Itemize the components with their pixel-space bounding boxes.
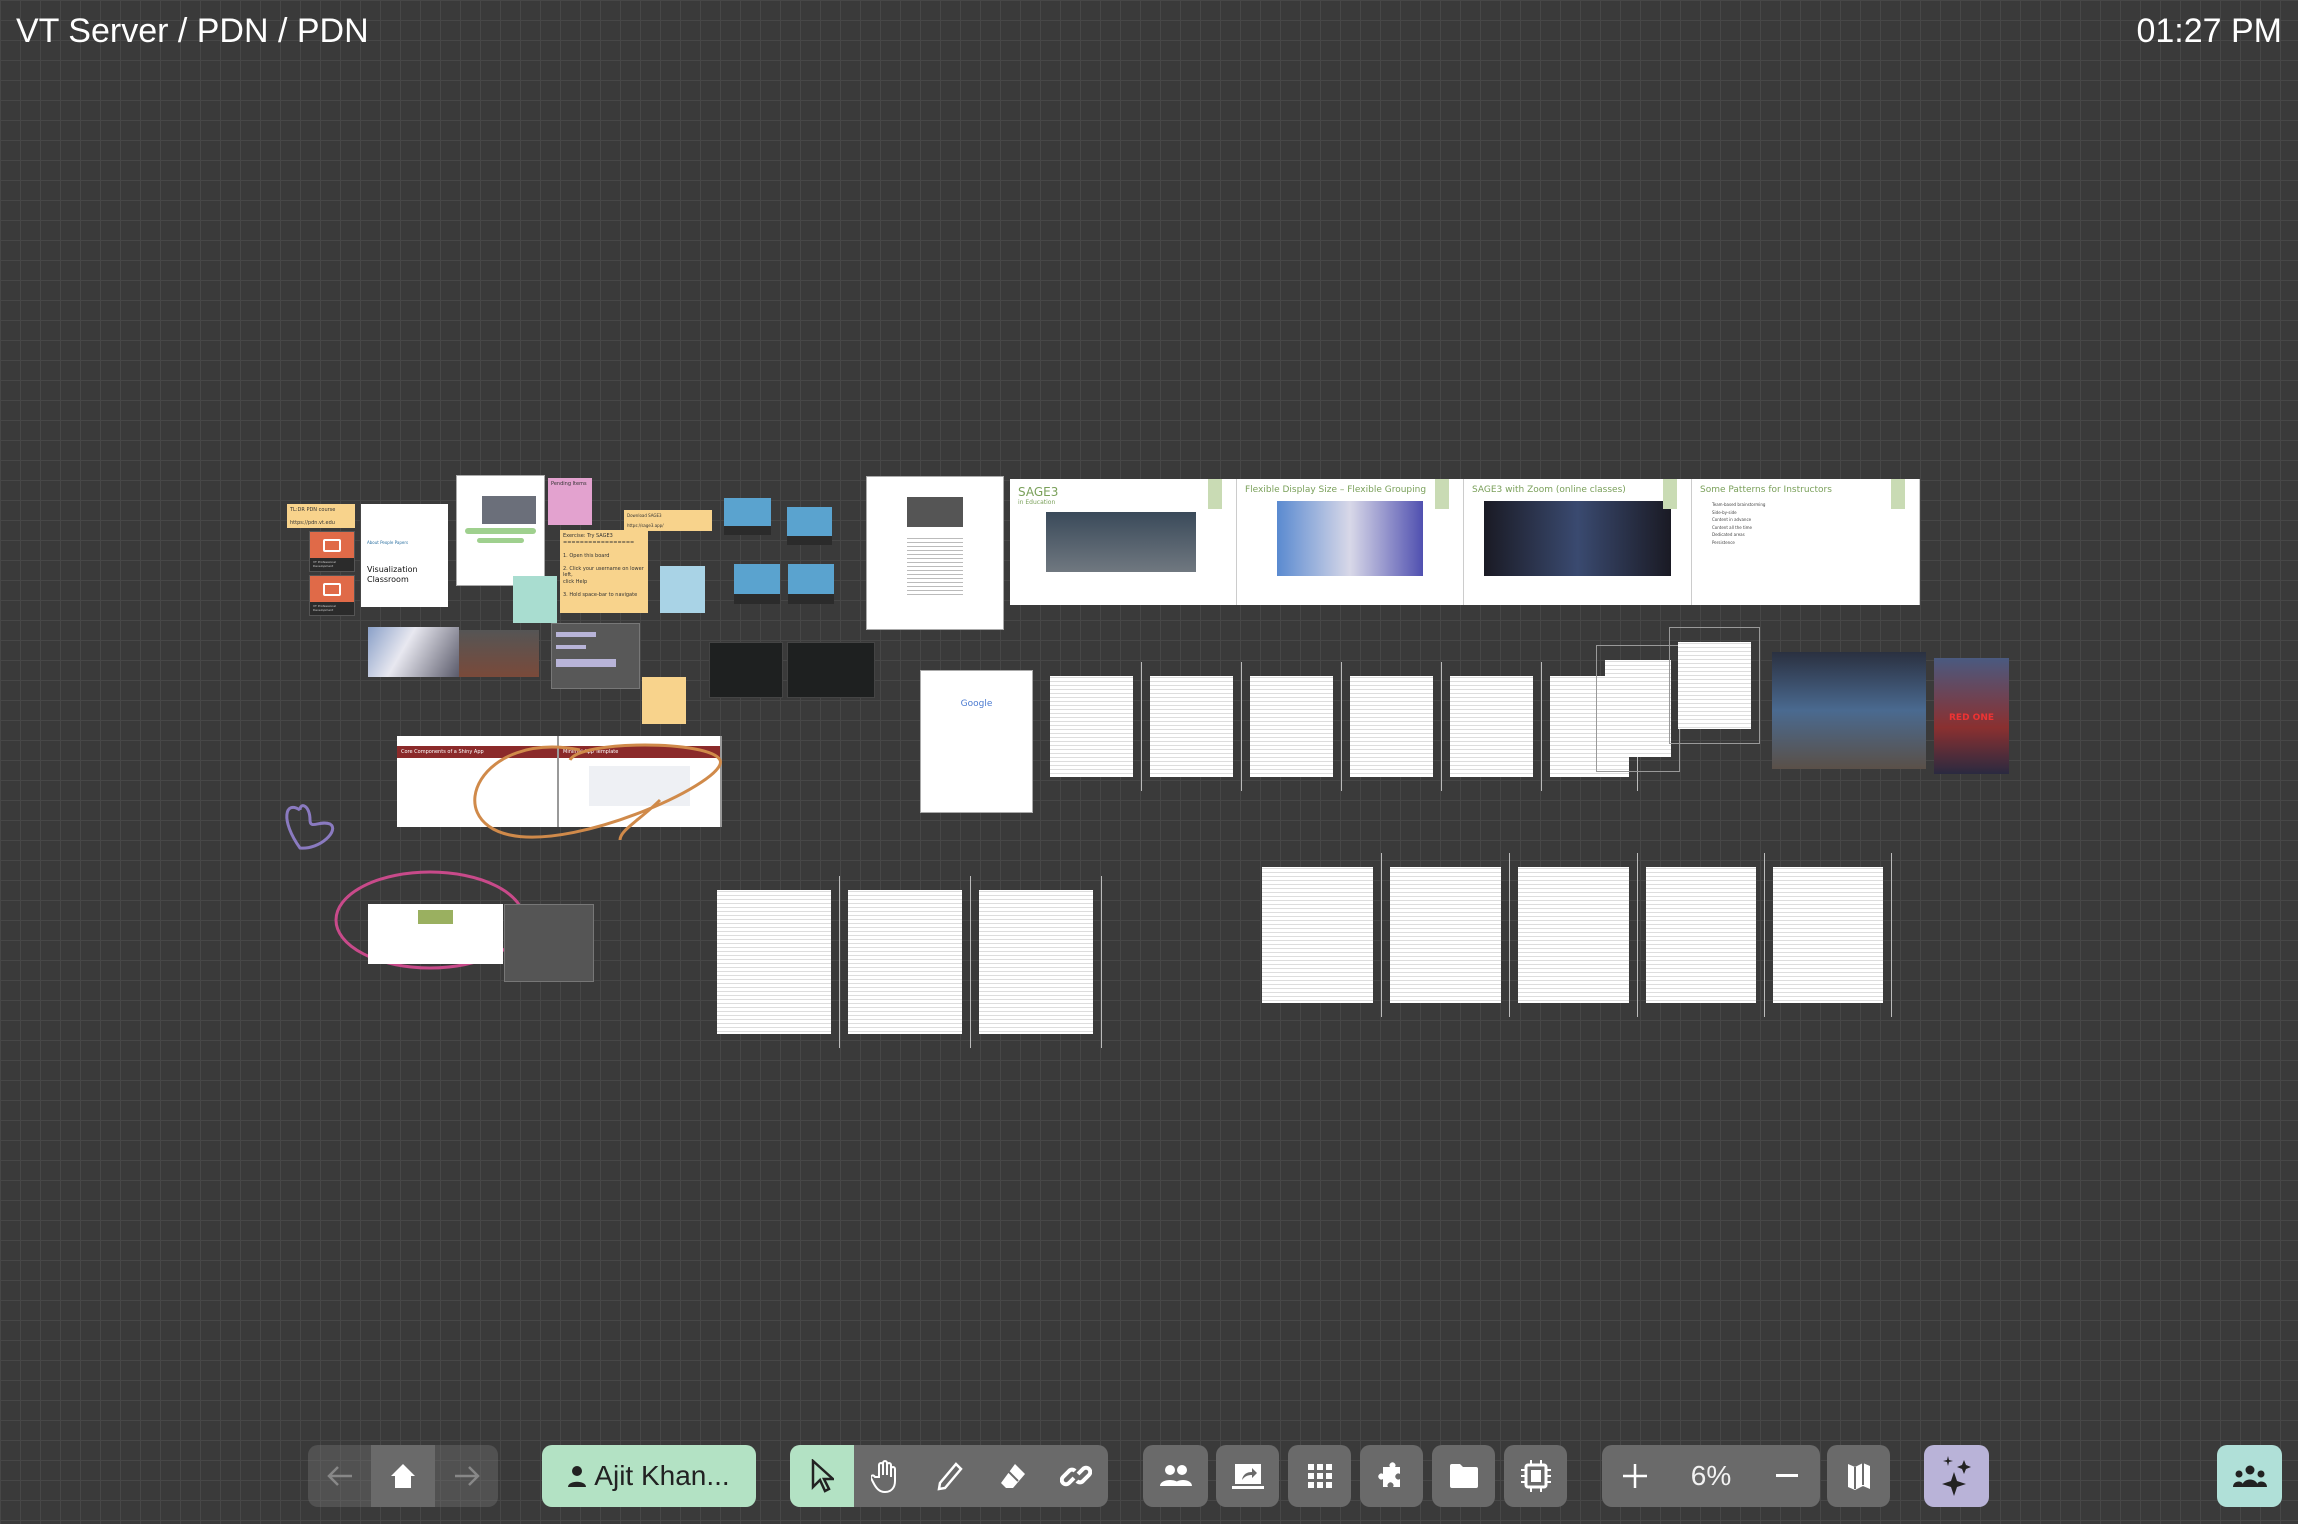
home-icon	[391, 1464, 415, 1488]
minus-icon	[1776, 1474, 1798, 1477]
zoom-group: 6%	[1602, 1445, 1820, 1507]
puzzle-icon	[1377, 1462, 1400, 1487]
people-group-icon	[2232, 1465, 2267, 1487]
image-visualization-lab[interactable]	[1772, 652, 1926, 769]
board-thumbnail[interactable]	[788, 564, 834, 604]
pdf-viewer[interactable]	[709, 876, 1102, 1048]
hardware-button[interactable]	[1504, 1445, 1567, 1507]
pdf-thumbnails[interactable]	[368, 904, 503, 964]
eraser-tool-button[interactable]	[981, 1445, 1044, 1507]
user-menu-button[interactable]: Ajit Khan...	[542, 1445, 756, 1507]
home-button[interactable]	[371, 1445, 435, 1507]
board-thumbnail[interactable]	[734, 564, 780, 604]
app-window[interactable]	[504, 904, 594, 982]
link-tool-button[interactable]	[1044, 1445, 1108, 1507]
users-button[interactable]	[1143, 1445, 1208, 1507]
slide[interactable]: Some Patterns for Instructors Team-based…	[1692, 479, 1920, 605]
forward-button[interactable]	[435, 1445, 498, 1507]
navigation-group	[308, 1445, 498, 1507]
orange-ink-stroke	[473, 743, 722, 841]
terminal-app[interactable]	[709, 642, 783, 698]
slide-deck[interactable]: SAGE3 in Education Flexible Display Size …	[1010, 479, 1920, 605]
layout-icon	[310, 532, 354, 558]
pdf-viewer[interactable]	[1669, 627, 1760, 744]
pen-tool-button[interactable]	[918, 1445, 981, 1507]
files-button[interactable]	[1432, 1445, 1495, 1507]
back-button[interactable]	[308, 1445, 371, 1507]
heart-ink-stroke	[285, 804, 334, 850]
webpage-google[interactable]: Google	[920, 670, 1033, 813]
pencil-icon	[936, 1462, 963, 1491]
sticky-pending[interactable]: Pending Items	[548, 478, 592, 525]
slide[interactable]: SAGE3 in Education	[1010, 479, 1237, 605]
sparkles-icon	[1941, 1456, 1971, 1496]
image-people[interactable]	[368, 627, 459, 677]
ai-assistant-button[interactable]	[1924, 1445, 1989, 1507]
pdf-viewer[interactable]	[1596, 645, 1680, 772]
screen-share-icon	[1231, 1464, 1264, 1489]
sticky-note[interactable]	[642, 677, 686, 724]
slide[interactable]: SAGE3 with Zoom (online classes)	[1464, 479, 1692, 605]
tool-group	[790, 1445, 1108, 1507]
sticky-note[interactable]	[513, 576, 557, 623]
sticky-download[interactable]: Download SAGE3 https://sage3.app/	[624, 510, 712, 531]
pan-tool-button[interactable]	[854, 1445, 918, 1507]
pointer-icon	[811, 1459, 834, 1493]
webpage-visualization-classroom[interactable]: About People Papers Visualization Classr…	[361, 504, 448, 607]
layout-icon	[310, 576, 354, 602]
slide[interactable]: Flexible Display Size – Flexible Groupin…	[1237, 479, 1464, 605]
map-icon	[1847, 1463, 1870, 1490]
arrow-right-icon	[454, 1466, 480, 1486]
apps-grid-icon	[1307, 1464, 1332, 1488]
board-thumbnail[interactable]	[724, 498, 771, 535]
arrow-left-icon	[326, 1466, 352, 1486]
webpage-document[interactable]	[866, 476, 1004, 630]
collaborators-button[interactable]	[2217, 1445, 2282, 1507]
applications-button[interactable]	[1288, 1445, 1351, 1507]
chat-panel[interactable]	[551, 623, 640, 689]
user-icon	[568, 1466, 587, 1487]
sticky-exercise[interactable]: Exercise: Try SAGE3 ================= 1.…	[560, 530, 648, 613]
plus-icon	[1623, 1464, 1647, 1488]
plugins-button[interactable]	[1360, 1445, 1423, 1507]
chip-icon	[1520, 1460, 1551, 1492]
hand-icon	[871, 1460, 896, 1493]
minimap-button[interactable]	[1827, 1445, 1890, 1507]
link-icon	[1060, 1465, 1092, 1487]
zoom-out-button[interactable]	[1754, 1445, 1820, 1507]
webpage-sage[interactable]	[456, 475, 545, 586]
select-tool-button[interactable]	[790, 1445, 854, 1507]
pdf-viewer[interactable]	[1042, 662, 1638, 791]
users-icon	[1159, 1465, 1192, 1486]
pdf-viewer[interactable]	[1254, 853, 1892, 1017]
board-thumbnail[interactable]	[787, 507, 832, 545]
sticky-note[interactable]	[660, 566, 705, 613]
screenshare-button[interactable]	[1216, 1445, 1279, 1507]
eraser-icon	[1000, 1464, 1025, 1488]
zoom-in-button[interactable]	[1602, 1445, 1668, 1507]
app-tile[interactable]: VT Professional Development	[309, 575, 355, 616]
board-path: VT Server / PDN / PDN	[16, 12, 369, 50]
terminal-app[interactable]	[787, 642, 875, 698]
image-classroom[interactable]	[459, 630, 539, 677]
app-tile[interactable]: VT Professional Development	[309, 531, 355, 572]
folder-icon	[1449, 1464, 1478, 1488]
clock: 01:27 PM	[2136, 12, 2282, 50]
sticky-pdn-course[interactable]: TL:DR PDN course https://pdn.vt.edu	[287, 504, 355, 528]
image-poster[interactable]: RED ONE	[1934, 658, 2009, 774]
zoom-level[interactable]: 6%	[1668, 1445, 1754, 1507]
